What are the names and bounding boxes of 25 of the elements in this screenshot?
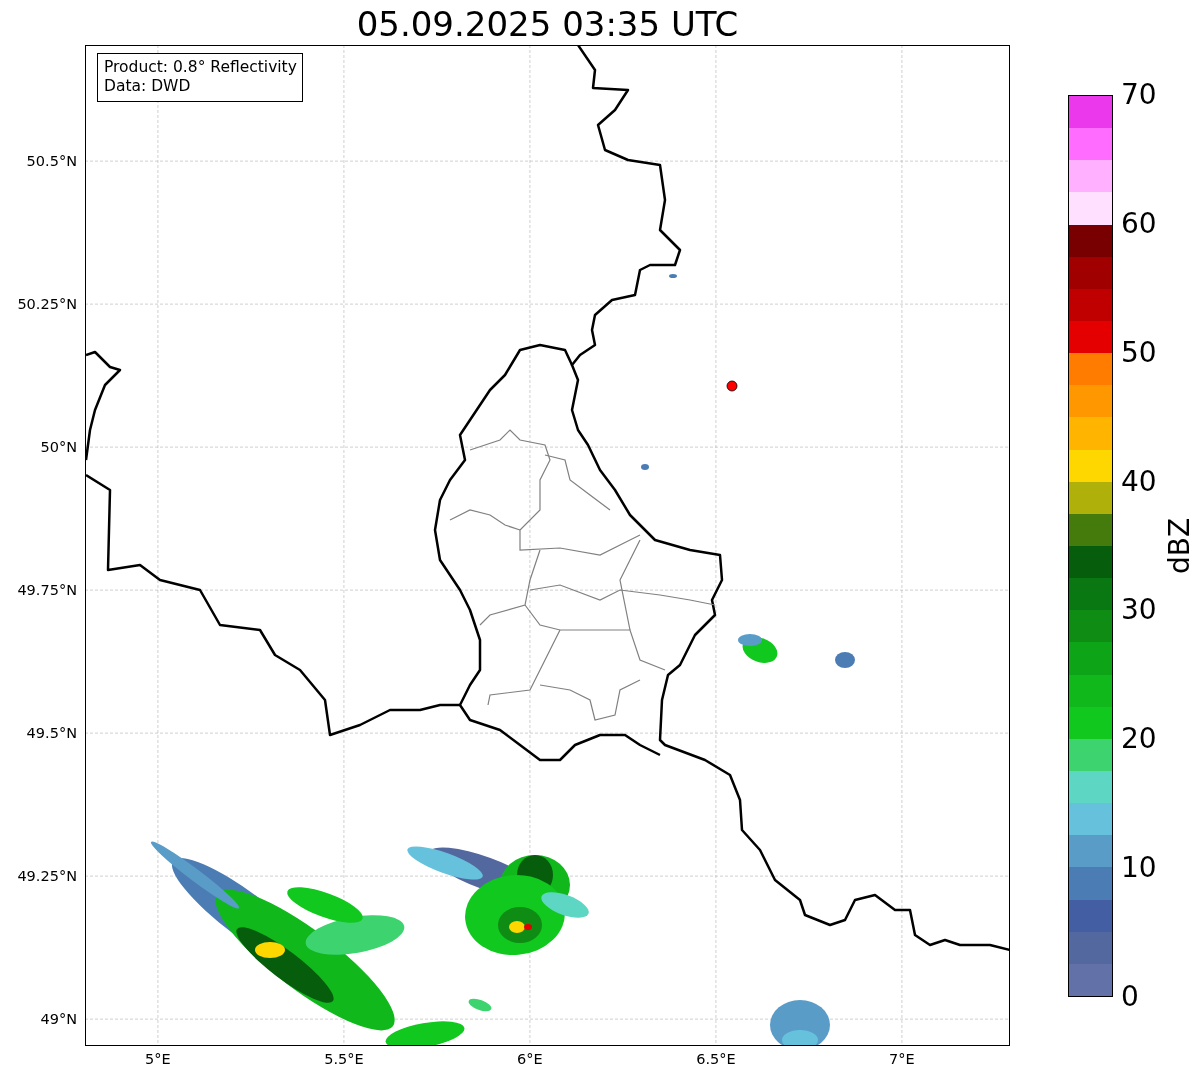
- axis-tick-label: 49.25°N: [17, 868, 77, 885]
- colorbar-tick-label: 20: [1121, 723, 1157, 756]
- chart-title: 05.09.2025 03:35 UTC: [356, 4, 739, 45]
- axis-tick-label: 49°N: [40, 1011, 77, 1028]
- colorbar-label: dBZ: [1164, 517, 1196, 575]
- axis-tick-label: 50.5°N: [26, 153, 77, 170]
- colorbar-tick-label: 30: [1121, 594, 1157, 627]
- radar-site-marker: [726, 380, 738, 392]
- colorbar-tick-label: 60: [1121, 207, 1157, 240]
- axis-tick-label: 7°E: [889, 1051, 915, 1067]
- annotation-text: Product: 0.8° Reflectivity: [104, 58, 297, 77]
- colorbar-tick-label: 10: [1121, 852, 1157, 885]
- axis-tick-label: 50°N: [40, 439, 77, 456]
- axis-tick-label: 5.5°E: [324, 1051, 364, 1067]
- colorbar-tick-label: 70: [1121, 79, 1157, 111]
- annotation-text: Data: DWD: [104, 77, 192, 96]
- axis-tick-label: 6°E: [517, 1051, 543, 1067]
- colorbar-tick-label: 0: [1121, 981, 1139, 1013]
- axis-tick-label: 49.75°N: [17, 582, 77, 599]
- colorbar-tick-label: 50: [1121, 336, 1157, 369]
- axis-tick-label: 49.5°N: [26, 725, 77, 742]
- colorbar-tick-label: 40: [1121, 465, 1157, 498]
- axis-tick-label: 5°E: [145, 1051, 171, 1067]
- axis-tick-label: 50.25°N: [17, 296, 77, 313]
- axis-tick-label: 6.5°E: [696, 1051, 736, 1067]
